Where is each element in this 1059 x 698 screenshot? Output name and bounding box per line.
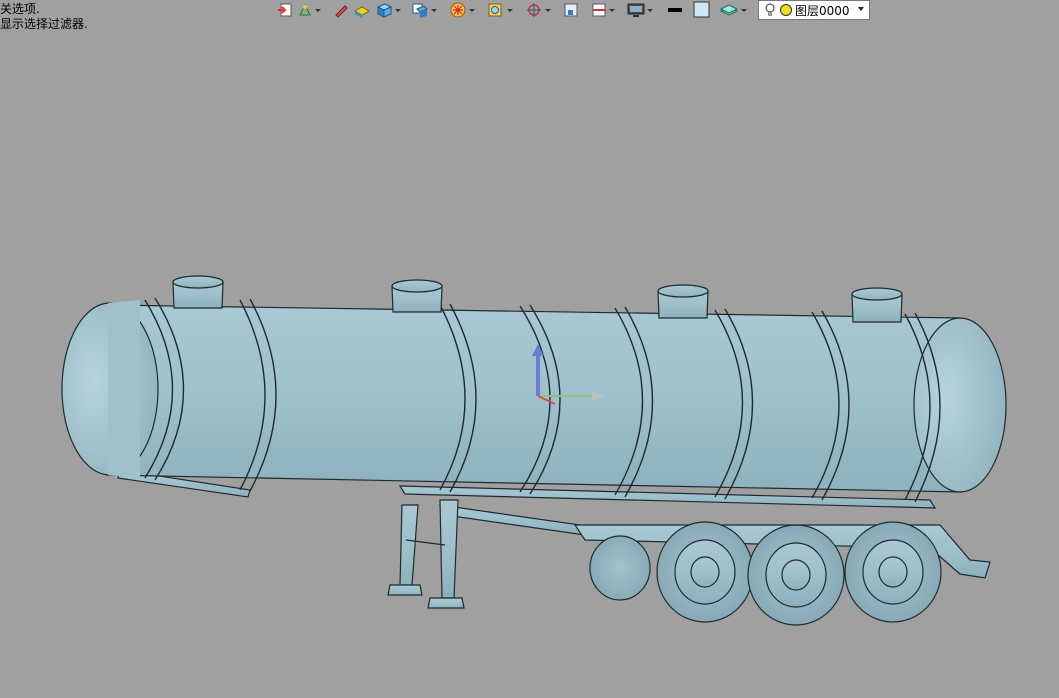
hide-show-button[interactable]	[487, 0, 513, 20]
layer-name: 图层0000	[795, 3, 850, 18]
rotate-view-button[interactable]	[563, 0, 579, 20]
exit-sketch-button[interactable]	[277, 0, 293, 20]
line-color-icon	[668, 8, 682, 12]
layer-on-icon	[780, 4, 792, 16]
graphics-viewport[interactable]	[0, 22, 1059, 694]
fill-color-swatch[interactable]	[693, 0, 711, 20]
view-orientation-button[interactable]	[411, 0, 437, 20]
solid-view-button[interactable]	[375, 0, 401, 20]
layer-manager-button[interactable]	[719, 0, 747, 20]
lightbulb-icon	[765, 3, 775, 16]
status-hint-line-1: 关选项.	[0, 2, 40, 16]
tank-trailer-model	[61, 275, 1007, 626]
display-style-icon	[450, 2, 466, 18]
layer-select[interactable]: 图层0000	[758, 0, 870, 20]
view-toolbar	[277, 0, 751, 20]
line-color-swatch[interactable]	[667, 0, 683, 20]
layer-dropdown-arrow[interactable]	[858, 7, 864, 11]
tank-body	[61, 300, 1007, 493]
monitor-icon	[627, 3, 645, 17]
landing-gear	[387, 499, 465, 609]
zoom-icon	[527, 3, 541, 17]
sketch-dropdown-icon	[299, 3, 311, 16]
section-view-button[interactable]	[591, 0, 615, 20]
rotate-view-icon	[564, 3, 578, 17]
view-orientation-icon	[412, 3, 428, 18]
hide-show-icon	[488, 3, 502, 17]
extrude-icon	[353, 6, 371, 18]
layer-stack-icon	[719, 4, 739, 16]
pencil-button[interactable]	[333, 0, 349, 20]
solid-view-icon	[376, 3, 393, 18]
display-style-button[interactable]	[449, 0, 475, 20]
zoom-button[interactable]	[525, 0, 551, 20]
pencil-icon	[335, 5, 348, 18]
exit-sketch-icon	[278, 3, 292, 17]
extrude-button[interactable]	[353, 0, 371, 20]
sketch-dropdown-button[interactable]	[297, 0, 321, 20]
fill-color-icon	[693, 1, 710, 18]
section-view-icon	[592, 3, 606, 17]
monitor-button[interactable]	[627, 0, 653, 20]
